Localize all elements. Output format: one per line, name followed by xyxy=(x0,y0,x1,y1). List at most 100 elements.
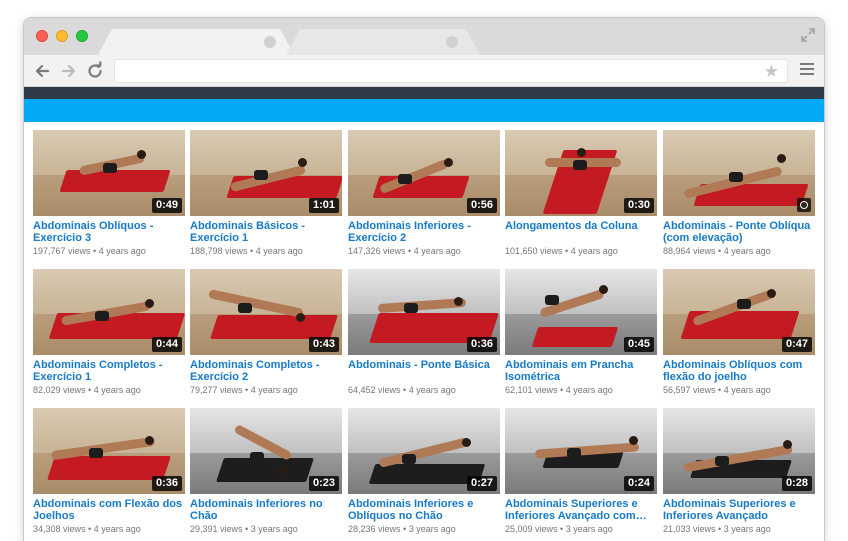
video-view-count: 25,009 views xyxy=(505,524,558,534)
video-upload-age: 4 years ago xyxy=(93,385,141,395)
video-upload-age: 4 years ago xyxy=(413,246,461,256)
video-duration-badge: 0:45 xyxy=(623,337,654,352)
video-view-count: 88,964 views xyxy=(663,246,716,256)
meta-separator: • xyxy=(85,524,94,534)
athlete-head xyxy=(629,436,638,445)
video-meta: 197,767 views • 4 years ago xyxy=(33,246,185,257)
back-arrow-icon[interactable] xyxy=(32,61,52,81)
video-card[interactable]: 0:47 Abdominais Oblíquos com flexão do jo… xyxy=(663,269,815,396)
video-thumbnail[interactable]: 0:49 xyxy=(33,130,185,216)
video-thumbnail[interactable]: 0:28 xyxy=(663,408,815,494)
video-thumbnail[interactable]: 0:43 xyxy=(190,269,342,355)
video-duration-badge: 0:23 xyxy=(308,476,339,491)
video-title-link[interactable]: Abdominais Básicos - Exercício 1 xyxy=(190,220,342,244)
tab-close-icon[interactable] xyxy=(446,36,458,48)
video-card[interactable]: 0:36 Abdominais com Flexão dos Joelhos 34,… xyxy=(33,408,185,535)
meta-separator: • xyxy=(400,385,409,395)
browser-tab[interactable] xyxy=(286,29,480,55)
video-card[interactable]: 0:27 Abdominais Inferiores e Oblíquos no … xyxy=(348,408,500,535)
forward-arrow-icon[interactable] xyxy=(59,61,79,81)
video-title-link[interactable]: Abdominais Superiores e Inferiores Avanç… xyxy=(505,498,657,522)
tab-close-icon[interactable] xyxy=(264,36,276,48)
video-duration-badge: 0:56 xyxy=(466,198,497,213)
hamburger-menu-icon[interactable] xyxy=(800,63,814,77)
watch-later-icon[interactable] xyxy=(797,198,811,212)
video-card[interactable]: 0:44 Abdominais Completos - Exercício 1 82… xyxy=(33,269,185,396)
video-thumbnail[interactable]: 0:36 xyxy=(33,408,185,494)
meta-separator: • xyxy=(715,385,724,395)
video-title-link[interactable]: Abdominais Inferiores e Oblíquos no Chão xyxy=(348,498,500,522)
video-thumbnail[interactable]: 0:47 xyxy=(663,269,815,355)
video-title-link[interactable]: Abdominais Superiores e Inferiores Avanç… xyxy=(663,498,815,522)
address-bar[interactable]: ★ xyxy=(114,59,788,83)
video-thumbnail[interactable]: 0:56 xyxy=(348,130,500,216)
athlete-shorts xyxy=(103,163,117,173)
reload-icon[interactable] xyxy=(85,61,105,81)
video-meta: 147,326 views • 4 years ago xyxy=(348,246,500,257)
video-card[interactable]: 0:30 Alongamentos da Coluna 101,650 views … xyxy=(505,130,657,257)
video-title-link[interactable]: Abdominais - Ponte Básica xyxy=(348,359,500,383)
video-thumbnail[interactable]: 1:01 xyxy=(190,130,342,216)
video-view-count: 56,597 views xyxy=(663,385,716,395)
video-upload-age: 3 years ago xyxy=(250,524,298,534)
video-thumbnail[interactable]: 0:44 xyxy=(33,269,185,355)
video-title-link[interactable]: Abdominais Oblíquos - Exercício 3 xyxy=(33,220,185,244)
video-title-link[interactable]: Abdominais Inferiores no Chão xyxy=(190,498,342,522)
video-card[interactable]: 0:56 Abdominais Inferiores - Exercício 2 1… xyxy=(348,130,500,257)
video-duration-badge: 0:27 xyxy=(466,476,497,491)
video-card[interactable]: 0:36 Abdominais - Ponte Básica 64,452 view… xyxy=(348,269,500,396)
video-view-count: 79,277 views xyxy=(190,385,243,395)
video-thumbnail[interactable]: 0:36 xyxy=(348,269,500,355)
video-card[interactable]: Abdominais - Ponte Oblíqua (com elevação… xyxy=(663,130,815,257)
athlete-head xyxy=(577,148,586,157)
browser-tab-active[interactable] xyxy=(98,29,294,55)
video-card[interactable]: 0:45 Abdominais em Prancha Isométrica 62,1… xyxy=(505,269,657,396)
video-title-link[interactable]: Abdominais Oblíquos com flexão do joelho xyxy=(663,359,815,383)
video-view-count: 82,029 views xyxy=(33,385,86,395)
exercise-mat xyxy=(531,327,619,347)
video-title-link[interactable]: Abdominais Completos - Exercício 1 xyxy=(33,359,185,383)
video-meta: 82,029 views • 4 years ago xyxy=(33,385,185,396)
video-view-count: 28,236 views xyxy=(348,524,401,534)
video-title-link[interactable]: Abdominais com Flexão dos Joelhos xyxy=(33,498,185,522)
video-meta: 88,964 views • 4 years ago xyxy=(663,246,815,257)
video-card[interactable]: 0:28 Abdominais Superiores e Inferiores A… xyxy=(663,408,815,535)
meta-separator: • xyxy=(242,524,251,534)
exercise-mat xyxy=(59,170,171,192)
video-thumbnail[interactable]: 0:27 xyxy=(348,408,500,494)
browser-toolbar: ★ xyxy=(24,55,824,87)
video-title-link[interactable]: Alongamentos da Coluna xyxy=(505,220,657,244)
video-thumbnail[interactable] xyxy=(663,130,815,216)
video-upload-age: 4 years ago xyxy=(255,246,303,256)
video-card[interactable]: 0:23 Abdominais Inferiores no Chão 29,391 … xyxy=(190,408,342,535)
video-card[interactable]: 1:01 Abdominais Básicos - Exercício 1 188,… xyxy=(190,130,342,257)
athlete-shorts xyxy=(398,174,412,184)
close-window-button[interactable] xyxy=(36,30,48,42)
video-title-link[interactable]: Abdominais - Ponte Oblíqua (com elevação… xyxy=(663,220,815,244)
video-title-link[interactable]: Abdominais em Prancha Isométrica xyxy=(505,359,657,383)
video-thumbnail[interactable]: 0:23 xyxy=(190,408,342,494)
athlete-head xyxy=(777,154,786,163)
video-card[interactable]: 0:24 Abdominais Superiores e Inferiores A… xyxy=(505,408,657,535)
expand-icon[interactable] xyxy=(800,27,816,43)
athlete-head xyxy=(137,150,146,159)
video-title-link[interactable]: Abdominais Completos - Exercício 2 xyxy=(190,359,342,383)
minimize-window-button[interactable] xyxy=(56,30,68,42)
video-thumbnail[interactable]: 0:24 xyxy=(505,408,657,494)
athlete-shorts xyxy=(573,160,587,170)
video-card[interactable]: 0:49 Abdominais Oblíquos - Exercício 3 197… xyxy=(33,130,185,257)
video-card[interactable]: 0:43 Abdominais Completos - Exercício 2 79… xyxy=(190,269,342,396)
zoom-window-button[interactable] xyxy=(76,30,88,42)
star-icon[interactable]: ★ xyxy=(764,62,779,82)
video-thumbnail[interactable]: 0:30 xyxy=(505,130,657,216)
athlete-shorts xyxy=(545,295,559,305)
athlete-head xyxy=(767,289,776,298)
video-meta: 34,308 views • 4 years ago xyxy=(33,524,185,535)
video-duration-badge: 0:24 xyxy=(623,476,654,491)
video-duration-badge: 0:49 xyxy=(151,198,182,213)
title-bar xyxy=(24,18,824,55)
video-thumbnail[interactable]: 0:45 xyxy=(505,269,657,355)
video-title-link[interactable]: Abdominais Inferiores - Exercício 2 xyxy=(348,220,500,244)
exercise-mat xyxy=(210,315,338,339)
athlete-shorts xyxy=(250,452,264,462)
